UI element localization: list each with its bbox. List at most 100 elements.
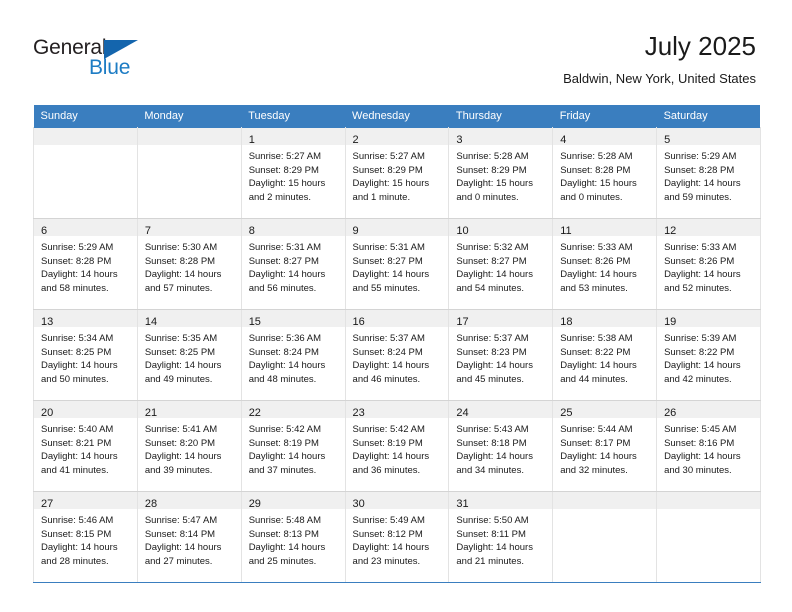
day-info-line: and 0 minutes. (456, 191, 519, 203)
calendar-day-cell[interactable]: 10 Sunrise: 5:32 AM Sunset: 8:27 PM Dayligh… (448, 218, 554, 310)
day-info-line: Sunset: 8:12 PM (352, 528, 423, 540)
calendar-day-cell[interactable]: 23 Sunrise: 5:42 AM Sunset: 8:19 PM Dayligh… (344, 400, 450, 492)
day-info-line: Daylight: 15 hours (248, 178, 326, 190)
calendar-week-row: 1 Sunrise: 5:27 AM Sunset: 8:29 PM Daylight… (33, 127, 761, 219)
day-number: 7 (144, 225, 151, 237)
day-number: 28 (144, 498, 158, 510)
day-details: Sunrise: 5:31 AM Sunset: 8:27 PM Daylight:… (346, 236, 449, 295)
day-number: 18 (560, 316, 573, 328)
calendar-day-cell[interactable]: 6 Sunrise: 5:29 AM Sunset: 8:28 PM Daylight… (33, 218, 138, 310)
calendar-grid: Sunday Monday Tuesday Wednesday Thursday… (33, 105, 761, 583)
calendar-day-cell[interactable]: 30 Sunrise: 5:49 AM Sunset: 8:12 PM Dayligh… (344, 491, 450, 583)
calendar-header-row: Sunday Monday Tuesday Wednesday Thursday… (33, 105, 761, 128)
calendar-day-cell[interactable]: 19 Sunrise: 5:39 AM Sunset: 8:22 PM Dayligh… (656, 309, 761, 401)
calendar-day-cell[interactable]: 18 Sunrise: 5:38 AM Sunset: 8:22 PM Dayligh… (552, 309, 658, 401)
day-info-line: Daylight: 14 hours (352, 360, 430, 372)
day-number: 13 (41, 316, 54, 328)
calendar-day-cell[interactable]: 11 Sunrise: 5:33 AM Sunset: 8:26 PM Dayligh… (552, 218, 658, 310)
day-details: Sunrise: 5:41 AM Sunset: 8:20 PM Daylight:… (138, 418, 241, 477)
calendar-day-cell[interactable]: 29 Sunrise: 5:48 AM Sunset: 8:13 PM Dayligh… (240, 491, 346, 583)
day-number-bar: 13 (34, 310, 137, 328)
day-info-line: and 55 minutes. (352, 282, 421, 294)
day-number: 8 (248, 225, 255, 237)
calendar-day-cell[interactable]: 4 Sunrise: 5:28 AM Sunset: 8:28 PM Daylight… (552, 127, 658, 219)
day-number: 11 (560, 225, 572, 237)
day-details (553, 509, 656, 514)
day-info-line: and 52 minutes. (664, 282, 732, 294)
day-info-line: and 23 minutes. (352, 555, 421, 567)
calendar-day-cell[interactable]: 22 Sunrise: 5:42 AM Sunset: 8:19 PM Dayligh… (240, 400, 346, 492)
day-info-line: and 25 minutes. (248, 555, 317, 567)
day-info-line: Sunset: 8:22 PM (664, 346, 735, 358)
calendar-day-cell[interactable]: 1 Sunrise: 5:27 AM Sunset: 8:29 PM Daylight… (240, 127, 346, 219)
day-details: Sunrise: 5:45 AM Sunset: 8:16 PM Daylight:… (657, 418, 760, 477)
calendar-day-cell[interactable]: 27 Sunrise: 5:46 AM Sunset: 8:15 PM Dayligh… (33, 491, 138, 583)
calendar-day-cell[interactable]: 24 Sunrise: 5:43 AM Sunset: 8:18 PM Dayligh… (448, 400, 554, 492)
day-number: 31 (456, 498, 469, 510)
weekday-header-monday: Monday (137, 105, 242, 128)
weekday-header-tuesday: Tuesday (241, 105, 346, 128)
calendar-day-cell[interactable]: 31 Sunrise: 5:50 AM Sunset: 8:11 PM Dayligh… (448, 491, 554, 583)
day-info-line: Daylight: 14 hours (664, 178, 741, 190)
day-number-bar: 16 (345, 310, 449, 328)
calendar-day-cell[interactable]: 5 Sunrise: 5:29 AM Sunset: 8:28 PM Daylight… (656, 127, 761, 219)
day-info-line: Daylight: 14 hours (456, 451, 533, 463)
calendar-day-cell[interactable]: 12 Sunrise: 5:33 AM Sunset: 8:26 PM Dayligh… (656, 218, 761, 310)
day-info-line: Sunset: 8:21 PM (41, 437, 112, 449)
day-info-line: Daylight: 14 hours (144, 360, 222, 372)
calendar-day-cell[interactable]: 9 Sunrise: 5:31 AM Sunset: 8:27 PM Daylight… (344, 218, 450, 310)
day-info-line: Sunset: 8:26 PM (664, 255, 735, 267)
day-info-line: and 2 minutes. (248, 191, 312, 203)
day-number-bar: 11 (553, 219, 657, 237)
calendar-day-cell[interactable]: 28 Sunrise: 5:47 AM Sunset: 8:14 PM Dayligh… (136, 491, 242, 583)
calendar-day-cell[interactable]: 16 Sunrise: 5:37 AM Sunset: 8:24 PM Dayligh… (344, 309, 450, 401)
day-number: 29 (248, 498, 261, 510)
day-details: Sunrise: 5:50 AM Sunset: 8:11 PM Daylight:… (449, 509, 552, 568)
day-info-line: Daylight: 14 hours (352, 269, 430, 281)
day-info-line: Daylight: 14 hours (664, 269, 741, 281)
title-block: July 2025 Baldwin, New York, United Stat… (563, 30, 756, 87)
day-number-bar: 30 (345, 492, 449, 510)
calendar-day-cell[interactable]: 7 Sunrise: 5:30 AM Sunset: 8:28 PM Daylight… (136, 218, 242, 310)
calendar-day-cell-empty (136, 127, 242, 219)
calendar-day-cell[interactable]: 13 Sunrise: 5:34 AM Sunset: 8:25 PM Dayligh… (33, 309, 138, 401)
logo-text-blue: Blue (89, 56, 131, 79)
day-info-line: Daylight: 14 hours (352, 542, 430, 554)
day-info-line: Sunset: 8:28 PM (144, 255, 216, 267)
calendar-day-cell[interactable]: 14 Sunrise: 5:35 AM Sunset: 8:25 PM Dayligh… (136, 309, 242, 401)
calendar-day-cell-empty (33, 127, 138, 219)
day-info-line: Sunset: 8:22 PM (560, 346, 631, 358)
day-info-line: Sunrise: 5:46 AM (41, 515, 114, 526)
calendar-day-cell[interactable]: 21 Sunrise: 5:41 AM Sunset: 8:20 PM Dayligh… (136, 400, 242, 492)
day-info-line: Sunset: 8:25 PM (144, 346, 216, 358)
calendar-day-cell[interactable]: 2 Sunrise: 5:27 AM Sunset: 8:29 PM Daylight… (344, 127, 450, 219)
day-info-line: Sunrise: 5:34 AM (41, 333, 114, 344)
calendar-day-cell[interactable]: 26 Sunrise: 5:45 AM Sunset: 8:16 PM Dayligh… (656, 400, 761, 492)
general-blue-logo[interactable]: General Blue (33, 36, 163, 82)
day-details: Sunrise: 5:33 AM Sunset: 8:26 PM Daylight:… (553, 236, 656, 295)
day-info-line: Sunrise: 5:45 AM (664, 424, 737, 435)
calendar-day-cell[interactable]: 15 Sunrise: 5:36 AM Sunset: 8:24 PM Dayligh… (240, 309, 346, 401)
day-number-bar: 22 (241, 401, 345, 419)
day-details: Sunrise: 5:48 AM Sunset: 8:13 PM Daylight:… (242, 509, 345, 568)
day-number-bar (553, 492, 657, 509)
day-number: 20 (41, 407, 54, 419)
day-details: Sunrise: 5:36 AM Sunset: 8:24 PM Daylight:… (242, 327, 345, 386)
day-info-line: Sunrise: 5:29 AM (664, 151, 737, 162)
calendar-day-cell[interactable]: 20 Sunrise: 5:40 AM Sunset: 8:21 PM Dayligh… (33, 400, 138, 492)
calendar-day-cell[interactable]: 8 Sunrise: 5:31 AM Sunset: 8:27 PM Daylight… (240, 218, 346, 310)
day-number: 1 (248, 134, 255, 146)
calendar-day-cell[interactable]: 3 Sunrise: 5:28 AM Sunset: 8:29 PM Daylight… (448, 127, 554, 219)
day-info-line: Daylight: 14 hours (248, 542, 326, 554)
day-info-line: Sunrise: 5:30 AM (144, 242, 218, 253)
day-details: Sunrise: 5:37 AM Sunset: 8:24 PM Daylight:… (346, 327, 449, 386)
day-info-line: Daylight: 14 hours (664, 451, 741, 463)
calendar-day-cell[interactable]: 25 Sunrise: 5:44 AM Sunset: 8:17 PM Dayligh… (552, 400, 658, 492)
day-number-bar: 7 (137, 219, 241, 237)
day-details (34, 145, 137, 150)
calendar-day-cell[interactable]: 17 Sunrise: 5:37 AM Sunset: 8:23 PM Dayligh… (448, 309, 554, 401)
day-info-line: Sunrise: 5:50 AM (456, 515, 529, 526)
day-number-bar: 6 (34, 219, 137, 237)
day-info-line: Sunrise: 5:44 AM (560, 424, 633, 435)
day-number-bar: 20 (34, 401, 137, 419)
